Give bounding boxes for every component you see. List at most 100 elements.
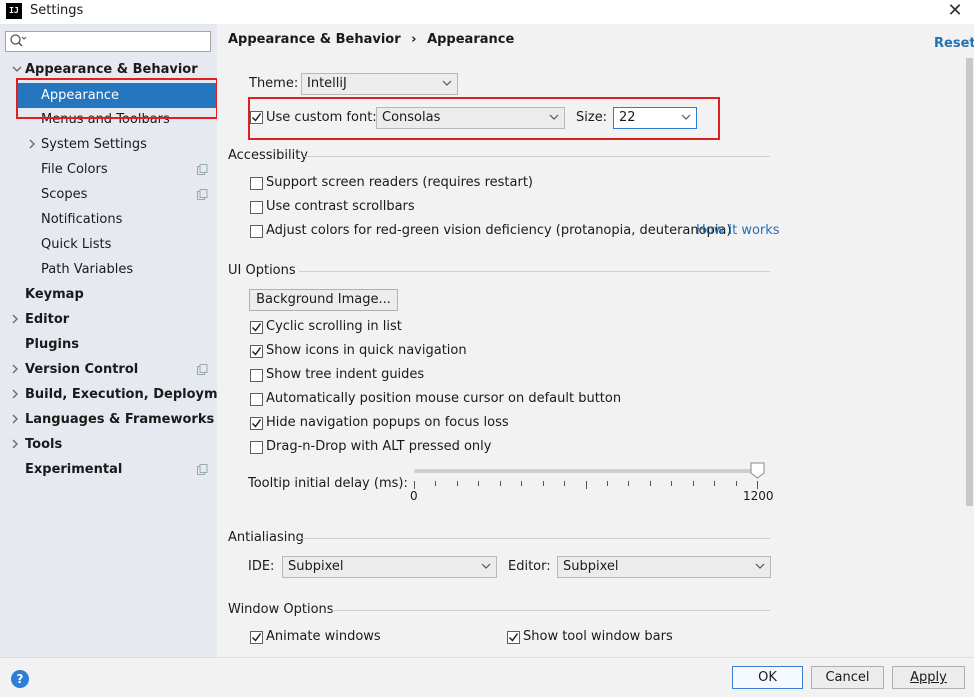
chevron-down-icon (481, 563, 491, 569)
editor-aa-dropdown[interactable]: Subpixel (557, 556, 771, 578)
screen-readers-label[interactable]: Support screen readers (requires restart… (266, 175, 533, 190)
cyclic-scrolling-label[interactable]: Cyclic scrolling in list (266, 319, 402, 334)
theme-label: Theme: (249, 76, 299, 91)
screen-readers-checkbox[interactable] (250, 177, 263, 190)
settings-search-input[interactable] (5, 31, 211, 52)
how-it-works-link[interactable]: How it works (696, 223, 780, 238)
ide-aa-label: IDE: (248, 559, 275, 574)
slider-tick (456, 481, 458, 486)
slider-tick (671, 481, 673, 486)
tree-indent-guides-label[interactable]: Show tree indent guides (266, 367, 424, 382)
background-image-button[interactable]: Background Image... (249, 289, 398, 311)
annotation-highlight-box (248, 97, 720, 140)
project-copy-icon (197, 464, 208, 475)
sidebar-item-editor[interactable]: Editor (25, 307, 69, 332)
breadcrumb: Appearance & Behavior › Appearance (228, 32, 520, 47)
project-copy-icon (197, 189, 208, 200)
reset-link[interactable]: Reset (934, 36, 974, 51)
annotation-highlight-box (16, 78, 218, 119)
close-icon[interactable]: ✕ (944, 0, 966, 22)
color-deficiency-label[interactable]: Adjust colors for red-green vision defic… (266, 223, 731, 238)
section-divider (299, 271, 770, 272)
animate-windows-label[interactable]: Animate windows (266, 629, 381, 644)
sidebar-item-quick-lists[interactable]: Quick Lists (41, 232, 111, 257)
checkmark-icon (251, 323, 262, 332)
slider-thumb[interactable] (750, 462, 765, 479)
sidebar-item-path-variables[interactable]: Path Variables (41, 257, 133, 282)
checkmark-icon (251, 419, 262, 428)
section-divider (300, 538, 770, 539)
animate-windows-checkbox[interactable] (250, 631, 263, 644)
ide-aa-dropdown[interactable]: Subpixel (282, 556, 497, 578)
slider-tick (692, 481, 694, 486)
slider-tick (435, 481, 437, 486)
slider-min-label: 0 (410, 489, 418, 503)
chevron-right-icon[interactable] (27, 139, 37, 149)
contrast-scrollbars-label[interactable]: Use contrast scrollbars (266, 199, 415, 214)
title-bar (0, 0, 974, 24)
sidebar-item-tools[interactable]: Tools (25, 432, 62, 457)
sidebar-item-notifications[interactable]: Notifications (41, 207, 122, 232)
sidebar-item-keymap[interactable]: Keymap (25, 282, 84, 307)
slider-tick (628, 481, 630, 486)
section-divider (304, 156, 770, 157)
drag-n-drop-alt-label[interactable]: Drag-n-Drop with ALT pressed only (266, 439, 491, 454)
chevron-down-icon[interactable] (12, 64, 22, 74)
tool-window-bars-label[interactable]: Show tool window bars (523, 629, 673, 644)
checkmark-icon (251, 633, 262, 642)
sidebar-item-languages-frameworks[interactable]: Languages & Frameworks (25, 407, 214, 432)
quick-nav-icons-checkbox[interactable] (250, 345, 263, 358)
help-icon[interactable]: ? (11, 670, 29, 688)
apply-label: Apply (910, 670, 947, 685)
tool-window-bars-checkbox[interactable] (507, 631, 520, 644)
chevron-right-icon[interactable] (10, 314, 20, 324)
chevron-right-icon[interactable] (10, 414, 20, 424)
cyclic-scrolling-checkbox[interactable] (250, 321, 263, 334)
tree-indent-guides-checkbox[interactable] (250, 369, 263, 382)
editor-aa-label: Editor: (508, 559, 551, 574)
chevron-right-icon[interactable] (10, 389, 20, 399)
sidebar-item-system-settings[interactable]: System Settings (41, 132, 147, 157)
hide-nav-popups-checkbox[interactable] (250, 417, 263, 430)
ui-options-section-title: UI Options (228, 263, 296, 278)
cancel-button[interactable]: Cancel (811, 666, 884, 689)
chevron-right-icon[interactable] (10, 364, 20, 374)
breadcrumb-current: Appearance (427, 32, 515, 47)
ide-aa-value: Subpixel (288, 559, 344, 574)
sidebar-item-experimental[interactable]: Experimental (25, 457, 122, 482)
sidebar-item-plugins[interactable]: Plugins (25, 332, 79, 357)
breadcrumb-parent[interactable]: Appearance & Behavior (228, 32, 401, 47)
section-divider (332, 610, 770, 611)
sidebar-item-build-execution-deployment[interactable]: Build, Execution, Deployment (25, 382, 242, 407)
slider-tick (414, 481, 415, 489)
sidebar-item-version-control[interactable]: Version Control (25, 357, 138, 382)
slider-tick (735, 481, 737, 486)
sidebar-item-scopes[interactable]: Scopes (41, 182, 87, 207)
editor-aa-value: Subpixel (563, 559, 619, 574)
intellij-app-icon: IJ (6, 3, 22, 19)
theme-dropdown[interactable]: IntelliJ (301, 73, 458, 95)
hide-nav-popups-label[interactable]: Hide navigation popups on focus loss (266, 415, 509, 430)
slider-tick (757, 481, 758, 489)
drag-n-drop-alt-checkbox[interactable] (250, 441, 263, 454)
tooltip-delay-label: Tooltip initial delay (ms): (248, 476, 408, 491)
slider-max-label: 1200 (743, 489, 774, 503)
theme-value: IntelliJ (307, 76, 347, 91)
auto-mouse-cursor-label[interactable]: Automatically position mouse cursor on d… (266, 391, 621, 406)
breadcrumb-separator: › (411, 32, 417, 47)
window-title: Settings (30, 3, 84, 18)
tooltip-delay-slider[interactable] (414, 469, 757, 473)
quick-nav-icons-label[interactable]: Show icons in quick navigation (266, 343, 467, 358)
chevron-right-icon[interactable] (10, 439, 20, 449)
apply-button[interactable]: Apply (892, 666, 965, 689)
scrollbar-thumb[interactable] (966, 58, 973, 506)
auto-mouse-cursor-checkbox[interactable] (250, 393, 263, 406)
ok-button[interactable]: OK (732, 666, 803, 689)
slider-tick (478, 481, 480, 486)
project-copy-icon (197, 364, 208, 375)
sidebar-item-file-colors[interactable]: File Colors (41, 157, 108, 182)
color-deficiency-checkbox[interactable] (250, 225, 263, 238)
contrast-scrollbars-checkbox[interactable] (250, 201, 263, 214)
slider-tick (585, 481, 587, 489)
search-icon (10, 34, 27, 47)
